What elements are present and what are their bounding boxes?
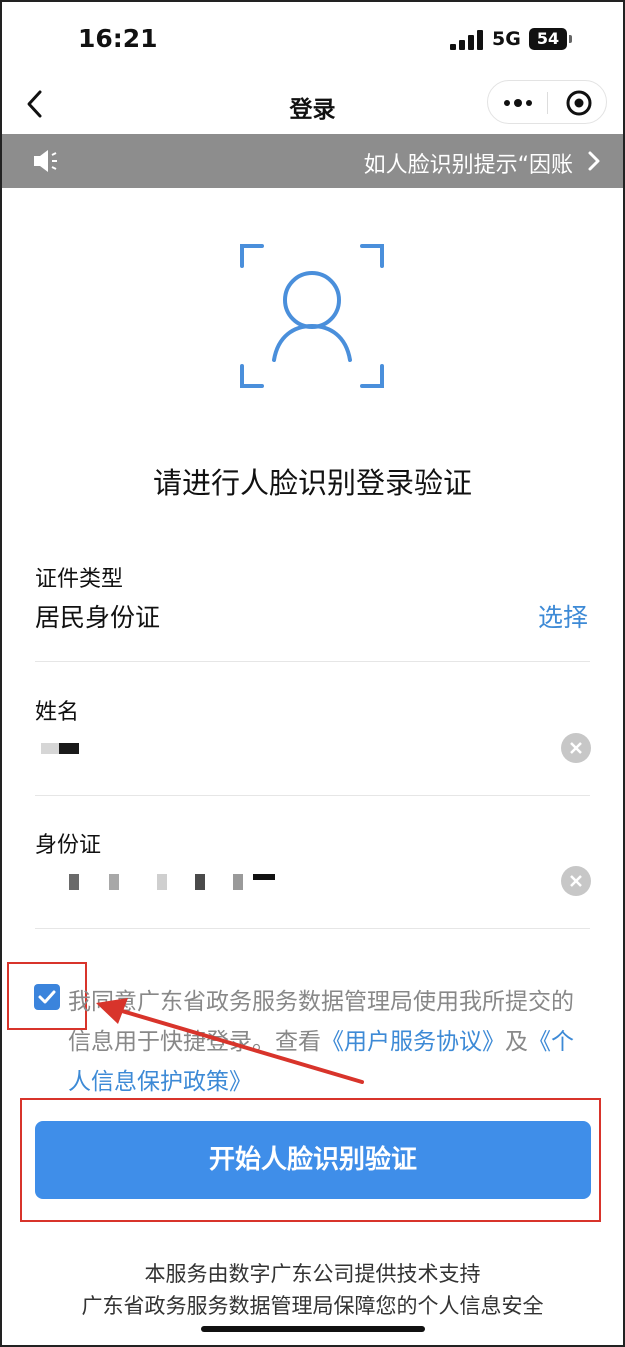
name-label: 姓名 [35,700,80,725]
masked-text [157,874,167,890]
battery-cap [569,35,572,43]
mini-program-capsule [487,80,607,124]
battery-icon: 54 [529,28,567,50]
masked-text [69,874,79,890]
home-indicator [201,1326,425,1332]
speaker-icon [32,146,60,176]
select-id-type-button[interactable]: 选择 [538,598,588,634]
headline: 请进行人脸识别登录验证 [152,466,472,500]
masked-text [109,874,119,890]
more-dots-icon[interactable] [502,89,534,117]
user-agreement-link[interactable]: 《用户服务协议》 [321,1029,505,1055]
signal-icon [450,30,486,50]
id-type-value: 居民身份证 [35,603,161,632]
notice-bar[interactable]: 如人脸识别提示“因账 [2,134,623,188]
agreement-connector: 及 [505,1029,528,1055]
masked-text [59,743,79,754]
target-close-icon[interactable] [564,88,594,118]
name-input[interactable] [35,730,545,766]
clear-name-icon[interactable] [561,733,591,763]
status-time: 16:21 [78,24,158,53]
start-face-verification-button[interactable]: 开始人脸识别验证 [35,1121,591,1199]
masked-text [253,874,275,880]
footer-line-1: 本服务由数字广东公司提供技术支持 [144,1262,481,1286]
nav-bar: 登录 [0,80,625,134]
masked-text [41,743,59,754]
network-label: 5G [492,28,521,50]
divider [35,661,590,662]
capsule-divider [547,92,548,114]
clear-id-number-icon[interactable] [561,866,591,896]
masked-text [195,874,205,890]
id-type-label: 证件类型 [35,567,124,592]
footer-line-2: 广东省政务服务数据管理局保障您的个人信息安全 [81,1294,544,1318]
status-bar: 16:21 5G 54 [0,0,625,80]
face-scan-icon [240,244,384,388]
id-number-input[interactable] [35,862,545,898]
notice-text: 如人脸识别提示“因账 [363,153,573,178]
id-number-label: 身份证 [35,833,102,858]
chevron-right-icon [583,149,605,173]
agreement-text: 我同意广东省政务服务数据管理局使用我所提交的信息用于快捷登录。查看《用户服务协议… [68,982,588,1102]
divider [35,928,590,929]
masked-text [233,874,243,890]
divider [35,795,590,796]
